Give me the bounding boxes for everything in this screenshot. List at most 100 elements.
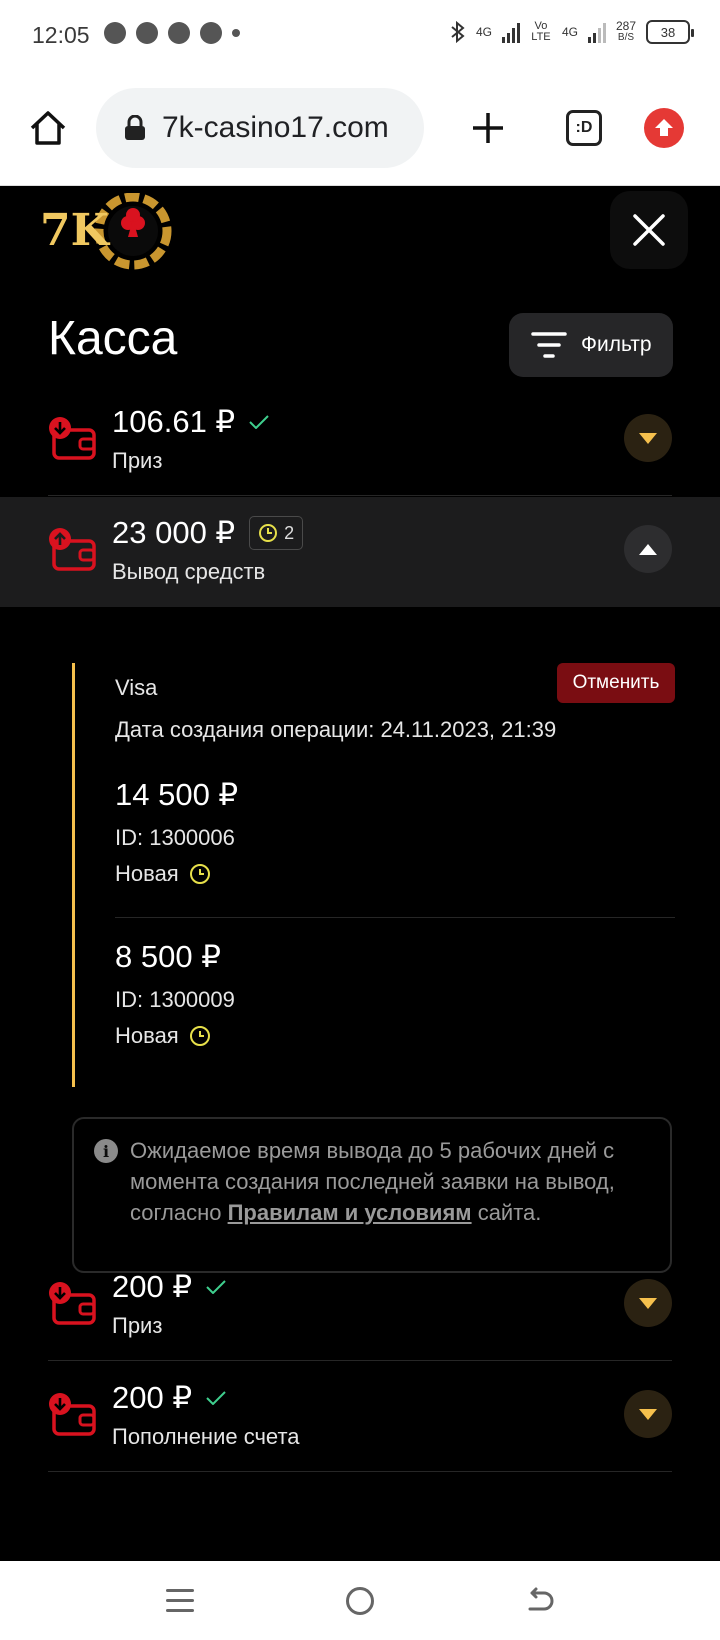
info-icon: i [94,1139,118,1163]
page-title: Касса [48,312,178,365]
withdrawal-request: 14 500 ₽ ID: 1300006 Новая [115,777,675,937]
divider [48,1471,672,1472]
creation-date: Дата создания операции: 24.11.2023, 21:3… [115,717,557,742]
transaction-amount: 23 000 ₽ 2 [112,515,304,551]
wallet-in-icon [49,1393,96,1436]
system-icons: 4G Vo LTE 4G 287 B/S 38 [450,20,694,44]
request-status: Новая [115,1023,211,1049]
check-icon [206,1391,226,1405]
transaction-row[interactable]: 200 ₽ Пополнение счета [0,1362,720,1472]
wallet-in-icon [49,1282,96,1325]
url-text: 7k-casino17.com [162,111,389,144]
signal-icon [501,21,520,43]
terms-link[interactable]: Правилам и условиям [228,1200,472,1225]
clock-icon [259,524,278,542]
amount-value: 200 ₽ [112,1269,193,1304]
wallet-out-icon [49,528,96,571]
amount-value: 200 ₽ [112,1380,193,1415]
new-tab-icon[interactable] [468,108,508,148]
request-id: ID: 1300009 [115,987,235,1012]
amount-value: 106.61 ₽ [112,404,236,439]
chrome-icon [136,22,158,44]
cashier-page: 7K Касса Фильтр 106.61 ₽ Приз 23 000 ₽ 2… [0,187,720,1561]
amount-value: 23 000 ₽ [112,515,236,550]
network-speed-value: 287 [615,19,636,33]
chevron-down-icon [639,1297,657,1309]
network-type-1: 4G [475,25,492,39]
lock-icon [125,115,145,140]
request-amount: 8 500 ₽ [115,939,221,974]
divider [48,1360,672,1361]
request-status-text: Новая [115,1023,179,1048]
divider [115,917,675,918]
home-button[interactable] [346,1587,374,1615]
request-id: ID: 1300006 [115,825,235,850]
chevron-up-icon [639,543,657,555]
expand-button[interactable] [624,414,672,462]
divider [48,495,672,496]
status-time: 12:05 [32,22,90,48]
cancel-button[interactable]: Отменить [557,663,675,703]
network-speed: 287 B/S [616,20,636,44]
system-nav-bar [0,1561,720,1640]
expand-button[interactable] [624,1390,672,1438]
tab-switcher-button[interactable]: :D [566,110,602,146]
check-icon [206,1280,226,1294]
transaction-row[interactable]: 106.61 ₽ Приз [0,386,720,496]
messenger-icon [104,22,126,44]
arrow-up-icon [655,119,673,136]
network-speed-unit: B/S [617,32,635,43]
check-icon [249,415,269,429]
filter-label: Фильтр [581,333,652,356]
withdrawal-request: 8 500 ₽ ID: 1300009 Новая [115,939,675,1099]
transaction-label: Приз [112,1313,163,1338]
network-type-2: Vo LTE [531,20,551,43]
browser-toolbar: 7k-casino17.com :D [0,72,720,186]
pending-count: 2 [284,522,295,543]
info-text-after: сайта. [471,1200,542,1225]
recents-button[interactable] [166,1589,194,1613]
withdrawal-detail: Visa Отменить Дата создания операции: 24… [72,663,675,1087]
transaction-row[interactable]: 200 ₽ Приз [0,1251,720,1361]
home-icon[interactable] [28,108,68,148]
expand-button[interactable] [624,1279,672,1327]
clock-icon [189,1026,210,1046]
transaction-label: Пополнение счета [112,1424,300,1449]
filter-icon [531,332,567,358]
transaction-row-active[interactable]: 23 000 ₽ 2 Вывод средств [0,497,720,607]
chevron-down-icon [639,1408,657,1420]
chevron-down-icon [639,432,657,444]
address-bar[interactable]: 7k-casino17.com [96,88,424,168]
network-type-3: 4G [561,25,578,39]
collapse-button[interactable] [624,525,672,573]
wallet-in-icon [49,417,96,460]
app-icon [168,22,190,44]
battery-level: 38 [660,24,676,40]
transaction-amount: 106.61 ₽ [112,404,269,440]
payment-method: Visa [115,675,158,700]
info-notice: i Ожидаемое время вывода до 5 рабочих дн… [72,1117,672,1273]
transaction-amount: 200 ₽ [112,1269,226,1305]
filter-button[interactable]: Фильтр [509,313,673,377]
close-button[interactable] [610,191,688,269]
logo-text: 7K [40,205,111,256]
request-status-text: Новая [115,861,179,886]
update-button[interactable] [644,108,684,148]
status-bar: 12:05 4G Vo LTE 4G 287 B/S 38 [0,0,720,72]
bluetooth-icon [451,21,465,43]
site-logo[interactable]: 7K [40,193,174,273]
bank-icon [200,22,222,44]
signal-icon-2 [587,21,606,43]
notification-icons [104,22,240,44]
request-status: Новая [115,861,211,887]
pending-badge: 2 [249,516,304,550]
transaction-label: Приз [112,448,163,473]
back-icon[interactable] [524,1585,556,1617]
request-amount: 14 500 ₽ [115,777,239,812]
transaction-label: Вывод средств [112,559,266,584]
more-notifications-icon [232,29,240,37]
tab-switcher-label: :D [575,119,593,136]
close-icon [633,214,665,246]
info-text: Ожидаемое время вывода до 5 рабочих дней… [130,1135,650,1228]
clock-icon [189,864,210,884]
